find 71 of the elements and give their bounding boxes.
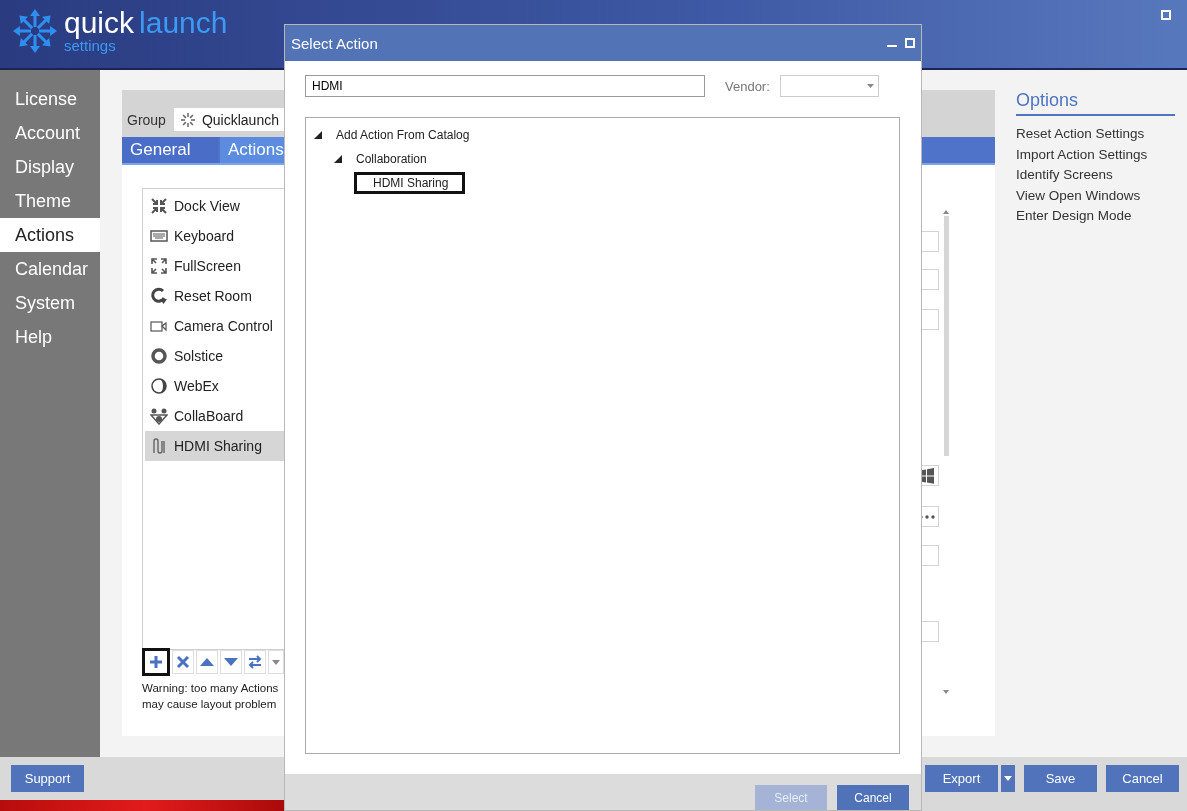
action-item[interactable]: WebEx: [145, 371, 439, 401]
ellipsis-icon: [919, 514, 935, 519]
action-item[interactable]: Camera Control: [145, 311, 439, 341]
option-link[interactable]: Identify Screens: [1016, 165, 1175, 186]
sidebar-item[interactable]: Display: [0, 150, 100, 184]
collapse-arrows-icon: [150, 197, 168, 215]
sidebar-item[interactable]: Help: [0, 320, 100, 354]
option-link[interactable]: Enter Design Mode: [1016, 206, 1175, 227]
action-item[interactable]: Dock View: [145, 191, 439, 221]
vendor-label: Vendor:: [725, 78, 770, 94]
tab[interactable]: General: [122, 137, 218, 163]
export-menu-button[interactable]: [1001, 765, 1015, 792]
dropdown-button[interactable]: [268, 650, 284, 674]
caret-icon: [866, 84, 874, 88]
caret-icon: [1004, 776, 1012, 781]
swap-arrows-icon: [248, 655, 262, 669]
cross-icon: [176, 655, 190, 669]
cancel-button[interactable]: Cancel: [1106, 765, 1179, 792]
triangle-down-icon: [224, 657, 238, 667]
action-item[interactable]: CollaBoard: [145, 401, 439, 431]
logo-subtitle: settings: [64, 38, 116, 54]
dialog-button[interactable]: Cancel: [837, 785, 909, 810]
sidebar-item[interactable]: Theme: [0, 184, 100, 218]
dialog-title: Select Action: [291, 34, 378, 52]
option-link[interactable]: View Open Windows: [1016, 185, 1175, 206]
sidebar-item[interactable]: Actions: [0, 218, 100, 252]
caret-icon: [272, 659, 280, 665]
circular-arrow-icon: [150, 287, 168, 305]
scrollbar[interactable]: [942, 210, 950, 694]
sparkle-icon: [179, 111, 196, 128]
search-field[interactable]: HDMI: [305, 75, 705, 97]
warning-text: Warning: too many Actions: [142, 681, 280, 696]
options-title: Options: [1016, 90, 1175, 116]
scroll-up-icon[interactable]: [943, 210, 949, 214]
half-circle-icon: [150, 377, 168, 395]
people-icon: [150, 407, 168, 425]
keyboard-icon: [150, 227, 168, 245]
option-link[interactable]: Import Action Settings: [1016, 144, 1175, 165]
triangle-up-icon: [200, 657, 214, 667]
delete-button[interactable]: [172, 650, 194, 674]
expander-icon[interactable]: [334, 155, 342, 163]
sidebar-item[interactable]: Calendar: [0, 252, 100, 286]
action-item[interactable]: FullScreen: [145, 251, 439, 281]
sidebar-item[interactable]: System: [0, 286, 100, 320]
warning-text: may cause layout problem: [142, 697, 278, 712]
plus-icon: [149, 655, 163, 669]
action-item[interactable]: Solstice: [145, 341, 439, 371]
sidebar-item[interactable]: License: [0, 82, 100, 116]
sidebar-item[interactable]: Account: [0, 116, 100, 150]
support-button[interactable]: Support: [11, 765, 84, 792]
scroll-down-icon[interactable]: [943, 690, 949, 694]
arrows-logo-icon: [12, 8, 58, 54]
add-button[interactable]: [142, 648, 170, 676]
tree-item[interactable]: Collaboration: [352, 150, 431, 168]
swap-button[interactable]: [244, 650, 266, 674]
maximize-icon[interactable]: [1161, 10, 1171, 20]
move-up-button[interactable]: [196, 650, 218, 674]
logo-word: launch: [139, 8, 228, 38]
expand-arrows-icon: [150, 257, 168, 275]
wavy-line-icon: [150, 437, 168, 455]
logo-word: quick: [64, 8, 135, 38]
action-item[interactable]: Keyboard: [145, 221, 439, 251]
action-item[interactable]: Reset Room: [145, 281, 439, 311]
ring-icon: [150, 347, 168, 365]
tree-item[interactable]: HDMI Sharing: [354, 172, 466, 194]
move-down-button[interactable]: [220, 650, 242, 674]
maximize-icon[interactable]: [905, 38, 915, 48]
option-link[interactable]: Reset Action Settings: [1016, 124, 1175, 145]
save-button[interactable]: Save: [1024, 765, 1097, 792]
export-button[interactable]: Export: [925, 765, 998, 792]
group-label: Group: [127, 111, 166, 128]
